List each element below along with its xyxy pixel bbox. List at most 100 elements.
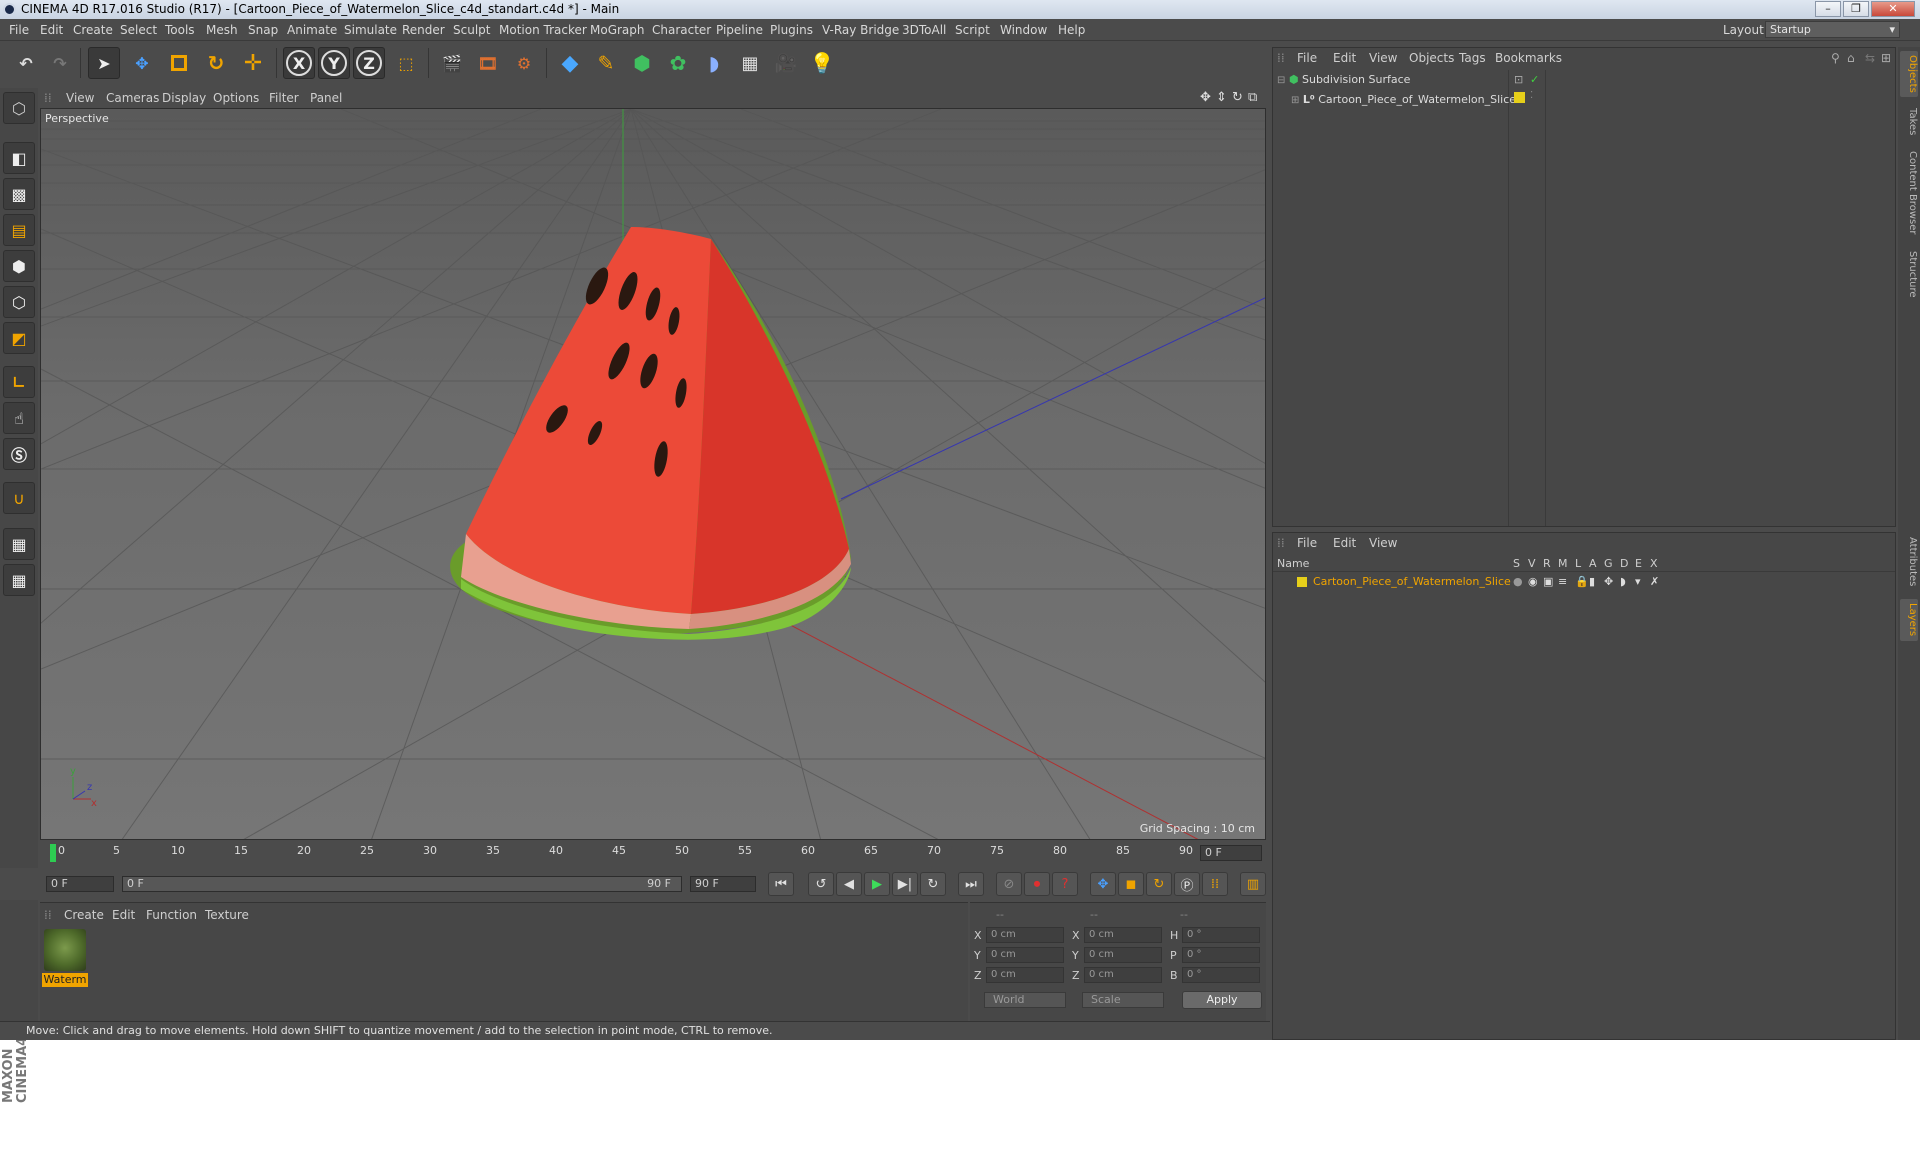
z-axis-icon[interactable]: Z [353,47,385,79]
cloner-icon[interactable]: ✿ [662,47,694,79]
menu-simulate[interactable]: Simulate [344,23,397,37]
menu-select[interactable]: Select [120,23,157,37]
pen-spline-icon[interactable]: ✎ [590,47,622,79]
tab-attributes[interactable]: Attributes [1900,533,1918,591]
object-menu-file[interactable]: File [1297,51,1317,65]
menu-file[interactable]: File [9,23,29,37]
object-name[interactable]: Subdivision Surface [1302,73,1410,86]
menu-pipeline[interactable]: Pipeline [716,23,763,37]
rotation-p-field[interactable]: 0 ° [1182,947,1260,963]
collapse-icon[interactable]: ⊟ [1277,75,1285,86]
apply-button[interactable]: Apply [1182,991,1262,1009]
texture-mode-icon[interactable]: ▩ [3,178,35,210]
key-position-icon[interactable]: ✥ [1090,872,1116,896]
position-z-field[interactable]: 0 cm [986,967,1064,983]
render-toggle-icon[interactable]: ▣ [1543,575,1553,588]
lock-icon[interactable]: 🔒 [1575,575,1589,588]
close-button[interactable]: ✕ [1871,1,1915,17]
menu-mograph[interactable]: MoGraph [590,23,645,37]
move-icon[interactable]: ✥ [126,47,158,79]
start-frame-field[interactable]: 0 F [46,876,114,892]
size-mode-dropdown[interactable]: Scale [1082,992,1164,1008]
menu-render[interactable]: Render [402,23,445,37]
size-z-field[interactable]: 0 cm [1084,967,1162,983]
menu-sculpt[interactable]: Sculpt [453,23,490,37]
viewport-menu-panel[interactable]: Panel [310,91,342,105]
move-plus-icon[interactable]: ✛ [237,47,269,79]
menu-edit[interactable]: Edit [40,23,63,37]
frame-range-slider[interactable]: 0 F 90 F [122,876,682,892]
maximize-view-icon[interactable]: ⧉ [1248,90,1257,105]
render-settings-icon[interactable]: ⚙ [508,47,540,79]
viewport-menu-display[interactable]: Display [162,91,206,105]
menu-animate[interactable]: Animate [287,23,337,37]
next-key-icon[interactable]: ↻ [920,872,946,896]
polygons-mode-icon[interactable]: ◩ [3,322,35,354]
layer-color-swatch[interactable] [1297,577,1307,587]
manager-toggle-icon[interactable]: ≡ [1558,575,1567,588]
next-frame-icon[interactable]: ▶| [892,872,918,896]
menu-snap[interactable]: Snap [248,23,278,37]
menu-vray-bridge[interactable]: V-Ray Bridge [822,23,899,37]
menu-mesh[interactable]: Mesh [206,23,238,37]
visibility-dots-icon[interactable]: ⁚ [1530,90,1533,101]
coordinate-system-icon[interactable]: ⬚ [390,47,422,79]
tweak-mode-icon[interactable]: ☝ [3,402,35,434]
subdivision-icon[interactable]: ⬢ [626,47,658,79]
minimize-button[interactable]: – [1815,1,1841,17]
axis-mode-icon[interactable]: ∟ [3,366,35,398]
layer-menu-file[interactable]: File [1297,536,1317,550]
layout-dropdown[interactable]: Startup ▾ [1765,21,1900,38]
new-window-icon[interactable]: ⊞ [1881,51,1891,65]
deformer-toggle-icon[interactable]: ◗ [1620,575,1626,588]
layer-row[interactable]: Cartoon_Piece_of_Watermelon_Slice ● ◉ ▣ … [1273,573,1895,591]
menu-script[interactable]: Script [955,23,990,37]
floor-icon[interactable]: ▦ [734,47,766,79]
deformer-icon[interactable]: ◗ [698,47,730,79]
material-name[interactable]: Waterm [42,973,88,987]
tree-row-subdivision-surface[interactable]: ⊟ ⬢ Subdivision Surface [1277,73,1410,91]
xref-toggle-icon[interactable]: ✗ [1650,575,1659,588]
rotate-icon[interactable]: ↻ [200,47,232,79]
menu-3dtoall[interactable]: 3DToAll [902,23,946,37]
record-keys-disabled-icon[interactable]: ⊘ [996,872,1022,896]
object-menu-view[interactable]: View [1369,51,1397,65]
make-editable-icon[interactable]: ⬡ [3,92,35,124]
expression-toggle-icon[interactable]: ▾ [1635,575,1641,588]
magnet-icon[interactable]: ∪ [3,482,35,514]
light-icon[interactable]: 💡 [806,47,838,79]
object-menu-bookmarks[interactable]: Bookmarks [1495,51,1562,65]
layer-menu-view[interactable]: View [1369,536,1397,550]
maximize-button[interactable]: ❐ [1843,1,1869,17]
rotation-b-field[interactable]: 0 ° [1182,967,1260,983]
expand-icon[interactable]: ⊞ [1291,95,1299,106]
zoom-view-icon[interactable]: ⇕ [1216,90,1227,105]
lock-workplane-icon[interactable]: ▦ [3,528,35,560]
camera-icon[interactable]: 🎥 [770,47,802,79]
cube-icon[interactable]: ◆ [554,47,586,79]
tree-row-watermelon[interactable]: ⊞ L⁰ Cartoon_Piece_of_Watermelon_Slice [1291,93,1516,111]
tab-layers[interactable]: Layers [1900,599,1918,641]
material-menu-function[interactable]: Function [146,908,197,922]
material-menu-texture[interactable]: Texture [205,908,249,922]
material-thumbnail[interactable] [44,929,86,971]
check-icon[interactable]: ✓ [1530,73,1539,86]
points-mode-icon[interactable]: ⬢ [3,250,35,282]
x-axis-icon[interactable]: X [283,47,315,79]
view-toggle-icon[interactable]: ◉ [1528,575,1538,588]
material-menu-edit[interactable]: Edit [112,908,135,922]
undo-icon[interactable]: ↶ [10,47,42,79]
menu-create[interactable]: Create [73,23,113,37]
menu-character[interactable]: Character [652,23,711,37]
menu-plugins[interactable]: Plugins [770,23,813,37]
object-menu-objects[interactable]: Objects [1409,51,1454,65]
solo-toggle-icon[interactable]: ● [1513,575,1523,588]
animation-toggle-icon[interactable]: ▮ [1589,575,1595,588]
workplane-icon[interactable]: ▤ [3,214,35,246]
viewport-menu-filter[interactable]: Filter [269,91,299,105]
previous-frame-icon[interactable]: ◀ [836,872,862,896]
end-frame-field[interactable]: 90 F [690,876,756,892]
workplane-grid-icon[interactable]: ▦ [3,564,35,596]
menu-motion-tracker[interactable]: Motion Tracker [499,23,587,37]
layer-menu-edit[interactable]: Edit [1333,536,1356,550]
